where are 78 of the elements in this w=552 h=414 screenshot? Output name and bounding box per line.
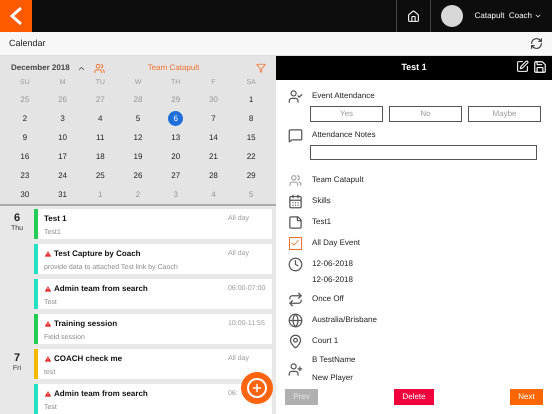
clock-icon	[288, 256, 302, 272]
calendar-day[interactable]: 9	[17, 130, 32, 145]
add-person-icon	[288, 362, 302, 376]
all-day-checkbox[interactable]	[288, 236, 302, 250]
calendar-day[interactable]: 6	[168, 111, 184, 126]
event-title: Training session	[54, 318, 118, 330]
team-name: Team Catapult	[312, 174, 364, 186]
home-icon	[406, 10, 420, 22]
recurrence: Once Off	[312, 293, 344, 305]
user-menu[interactable]: Catapult Coach	[474, 10, 542, 22]
calendar-day[interactable]: 8	[244, 111, 259, 126]
avatar[interactable]	[440, 5, 463, 27]
location: Court 1	[312, 335, 338, 347]
calendar-day[interactable]: 23	[17, 168, 32, 183]
calendar-day[interactable]: 16	[17, 149, 32, 164]
start-date: 12-06-2018	[312, 258, 353, 270]
calendar-day[interactable]: 13	[168, 130, 184, 145]
caret-icon	[534, 12, 542, 20]
edit-icon[interactable]	[516, 60, 529, 73]
calendar-day[interactable]: 1	[244, 92, 259, 107]
agenda-day-number: 7	[14, 352, 20, 364]
calendar-icon	[288, 194, 302, 208]
calendar-day[interactable]: 29	[244, 168, 259, 183]
month-label: December 2018	[11, 62, 70, 74]
calendar-day[interactable]: 20	[168, 149, 184, 164]
detail-title: Test 1	[401, 61, 427, 74]
calendar-day[interactable]: 15	[244, 130, 259, 145]
calendar-day[interactable]: 2	[17, 111, 32, 126]
event-title: Admin team from search	[54, 388, 148, 400]
calendar-day[interactable]: 17	[55, 149, 70, 164]
category: Skills	[312, 195, 331, 207]
notes-icon	[288, 128, 302, 142]
calendar-day[interactable]: 28	[206, 168, 221, 183]
calendar-day[interactable]: 11	[92, 130, 108, 145]
delete-button[interactable]: Delete	[394, 389, 434, 405]
calendar-day[interactable]: 26	[130, 168, 146, 183]
calendar-day[interactable]: 7	[206, 111, 221, 126]
calendar-day[interactable]: 5	[130, 111, 146, 126]
event-title: COACH check me	[54, 353, 122, 365]
calendar-day[interactable]: 27	[168, 168, 184, 183]
note-icon	[288, 214, 302, 230]
plus-icon	[251, 382, 263, 394]
team-icon	[288, 174, 302, 186]
calendar-day[interactable]: 30	[17, 187, 32, 202]
event-title: Test Capture by Coach	[54, 248, 141, 260]
event-title: Test 1	[44, 213, 67, 225]
calendar-day[interactable]: 10	[55, 130, 70, 145]
timezone: Australia/Brisbane	[312, 314, 377, 326]
calendar-day[interactable]: 25	[92, 168, 108, 183]
calendar-day[interactable]: 3	[55, 111, 70, 126]
save-icon[interactable]	[533, 60, 547, 74]
calendar-day[interactable]: 24	[55, 168, 70, 183]
end-date: 12-06-2018	[311, 274, 354, 286]
calendar-day[interactable]: 14	[206, 130, 221, 145]
logo[interactable]	[0, 0, 32, 32]
calendar-day[interactable]: 18	[92, 149, 108, 164]
calendar-day[interactable]: 12	[130, 130, 146, 145]
location-pin-icon	[288, 334, 302, 348]
agenda-day-number: 6	[14, 212, 20, 224]
page-title: Calendar	[9, 36, 46, 50]
player-name: New Player	[312, 372, 354, 384]
event-title: Admin team from search	[54, 283, 148, 295]
attendance-icon	[288, 88, 302, 104]
refresh-icon[interactable]	[530, 37, 543, 50]
attendance-label: Event Attendance	[312, 90, 375, 102]
player-name: B TestName	[312, 354, 356, 366]
notes-label: Attendance Notes	[312, 129, 376, 141]
calendar-day[interactable]: 4	[92, 111, 108, 126]
notes-field[interactable]	[310, 145, 537, 160]
check-icon	[290, 238, 300, 248]
calendar-day[interactable]: 19	[130, 149, 146, 164]
calendar-day[interactable]: 21	[206, 149, 221, 164]
repeat-icon	[288, 292, 302, 306]
all-day-label: All Day Event	[312, 237, 360, 249]
calendar-day[interactable]: 22	[244, 149, 259, 164]
description: Test1	[312, 216, 332, 228]
globe-icon	[288, 312, 302, 328]
calendar-day[interactable]: 31	[55, 187, 70, 202]
